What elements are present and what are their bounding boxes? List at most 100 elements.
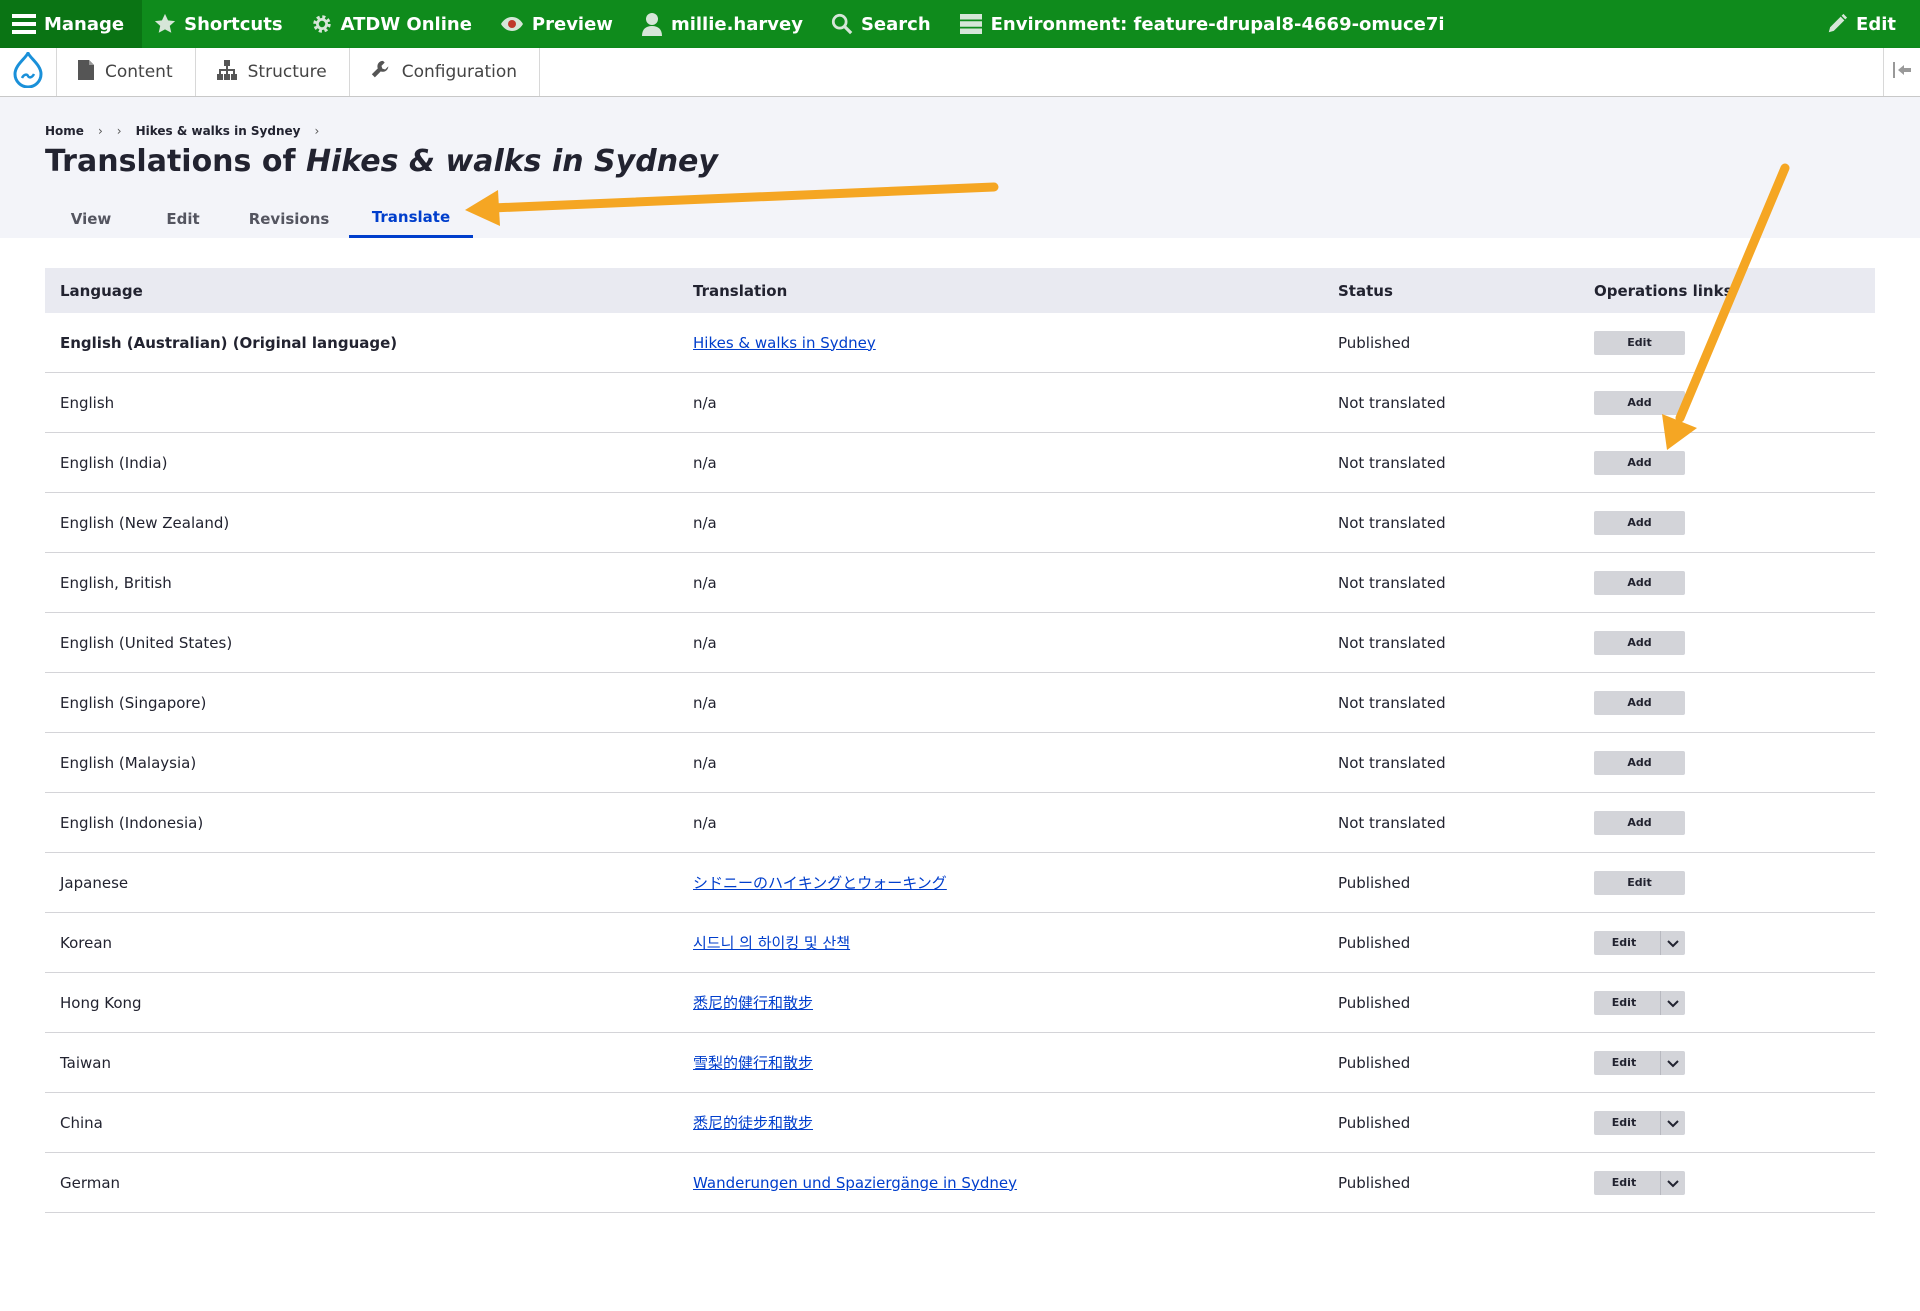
tab-edit[interactable]: Edit bbox=[137, 199, 229, 238]
site-name-label: ATDW Online bbox=[340, 13, 472, 35]
breadcrumb-separator: › bbox=[97, 124, 103, 138]
operations-cell: Add bbox=[1579, 672, 1875, 733]
add-translation-button[interactable]: Add bbox=[1594, 510, 1685, 535]
language-cell: Taiwan bbox=[45, 1032, 678, 1093]
translation-link[interactable]: Wanderungen und Spaziergänge in Sydney bbox=[693, 1174, 1017, 1192]
edit-translation-button[interactable]: Edit bbox=[1594, 1051, 1660, 1075]
translation-cell: Wanderungen und Spaziergänge in Sydney bbox=[678, 1152, 1323, 1213]
translation-cell: n/a bbox=[678, 792, 1323, 853]
preview-button[interactable]: Preview bbox=[488, 0, 629, 48]
status-cell: Not translated bbox=[1323, 492, 1579, 553]
add-translation-button[interactable]: Add bbox=[1594, 630, 1685, 655]
operations-dropbutton: Edit bbox=[1594, 1110, 1685, 1135]
status-cell: Not translated bbox=[1323, 672, 1579, 733]
translation-cell: n/a bbox=[678, 372, 1323, 433]
language-cell: English (Singapore) bbox=[45, 672, 678, 733]
translation-cell: 悉尼的健行和散步 bbox=[678, 972, 1323, 1033]
star-icon bbox=[154, 13, 176, 35]
add-translation-button[interactable]: Add bbox=[1594, 390, 1685, 415]
language-cell: English bbox=[45, 372, 678, 433]
translation-link[interactable]: Hikes & walks in Sydney bbox=[693, 334, 876, 352]
tray-configuration-link[interactable]: Configuration bbox=[350, 48, 541, 96]
language-cell: English (India) bbox=[45, 432, 678, 493]
breadcrumb-node-link[interactable]: Hikes & walks in Sydney bbox=[136, 124, 301, 138]
operations-cell: Add bbox=[1579, 792, 1875, 853]
table-row: English n/a Not translated Add bbox=[45, 372, 1875, 433]
user-account-button[interactable]: millie.harvey bbox=[629, 0, 819, 48]
translation-link[interactable]: 雪梨的健行和散步 bbox=[693, 1054, 813, 1072]
tray-content-link[interactable]: Content bbox=[57, 48, 196, 96]
tab-view[interactable]: View bbox=[45, 199, 137, 238]
operations-cell: Edit bbox=[1579, 972, 1875, 1033]
page-title: Translations of Hikes & walks in Sydney bbox=[45, 144, 718, 179]
tab-translate[interactable]: Translate bbox=[349, 199, 473, 238]
translation-link[interactable]: 悉尼的徒步和散步 bbox=[693, 1114, 813, 1132]
dropbutton-toggle[interactable] bbox=[1660, 1110, 1685, 1135]
search-label: Search bbox=[860, 13, 931, 35]
status-cell: Not translated bbox=[1323, 432, 1579, 493]
language-cell: English (Malaysia) bbox=[45, 732, 678, 793]
status-cell: Published bbox=[1323, 852, 1579, 913]
add-translation-button[interactable]: Add bbox=[1594, 450, 1685, 475]
search-button[interactable]: Search bbox=[819, 0, 947, 48]
operations-dropbutton: Edit bbox=[1594, 990, 1685, 1015]
shortcuts-label: Shortcuts bbox=[184, 13, 283, 35]
table-body: English (Australian) (Original language)… bbox=[45, 313, 1875, 1213]
operations-dropbutton: Edit bbox=[1594, 930, 1685, 955]
manage-menu-button[interactable]: Manage bbox=[0, 0, 143, 48]
language-cell: English (Australian) (Original language) bbox=[45, 313, 678, 373]
add-translation-button[interactable]: Add bbox=[1594, 810, 1685, 835]
user-name: millie.harvey bbox=[670, 13, 803, 35]
chevron-down-icon bbox=[1667, 1114, 1679, 1132]
translation-link[interactable]: シドニーのハイキングとウォーキング bbox=[693, 874, 947, 892]
table-row: Japanese シドニーのハイキングとウォーキング Published Edit bbox=[45, 852, 1875, 913]
tray-structure-link[interactable]: Structure bbox=[196, 48, 350, 96]
language-cell: English (New Zealand) bbox=[45, 492, 678, 553]
translation-link[interactable]: 시드니 의 하이킹 및 산책 bbox=[693, 934, 850, 952]
edit-translation-button[interactable]: Edit bbox=[1594, 1171, 1660, 1195]
site-name-button[interactable]: ATDW Online bbox=[299, 0, 488, 48]
chevron-down-icon bbox=[1667, 1174, 1679, 1192]
translations-table: Language Translation Status Operations l… bbox=[45, 268, 1875, 1213]
shortcuts-button[interactable]: Shortcuts bbox=[142, 0, 298, 48]
environment-indicator[interactable]: Environment: feature-drupal8-4669-omuce7… bbox=[947, 0, 1461, 48]
dropbutton-toggle[interactable] bbox=[1660, 990, 1685, 1015]
drupal-logo[interactable] bbox=[0, 48, 57, 96]
table-row: Hong Kong 悉尼的健行和散步 Published Edit bbox=[45, 972, 1875, 1033]
language-cell: English, British bbox=[45, 552, 678, 613]
translation-link[interactable]: 悉尼的健行和散步 bbox=[693, 994, 813, 1012]
page-header: Home › › Hikes & walks in Sydney › Trans… bbox=[0, 97, 1920, 238]
tray-collapse-button[interactable] bbox=[1883, 48, 1920, 96]
edit-translation-button[interactable]: Edit bbox=[1594, 330, 1685, 355]
dropbutton-toggle[interactable] bbox=[1660, 930, 1685, 955]
tab-revisions[interactable]: Revisions bbox=[229, 199, 349, 238]
collapse-arrow-icon bbox=[1892, 61, 1912, 84]
add-translation-button[interactable]: Add bbox=[1594, 690, 1685, 715]
edit-translation-button[interactable]: Edit bbox=[1594, 991, 1660, 1015]
edit-mode-button[interactable]: Edit bbox=[1814, 0, 1920, 48]
dropbutton-toggle[interactable] bbox=[1660, 1170, 1685, 1195]
tray-configuration-label: Configuration bbox=[401, 62, 518, 82]
breadcrumb-home-link[interactable]: Home bbox=[45, 124, 84, 138]
translation-cell: n/a bbox=[678, 492, 1323, 553]
edit-translation-button[interactable]: Edit bbox=[1594, 931, 1660, 955]
language-cell: Japanese bbox=[45, 852, 678, 913]
operations-dropbutton: Edit bbox=[1594, 1170, 1685, 1195]
edit-translation-button[interactable]: Edit bbox=[1594, 870, 1685, 895]
edit-translation-button[interactable]: Edit bbox=[1594, 1111, 1660, 1135]
operations-cell: Edit bbox=[1579, 313, 1875, 373]
column-header-operations: Operations links bbox=[1579, 268, 1875, 313]
translation-cell: シドニーのハイキングとウォーキング bbox=[678, 852, 1323, 913]
preview-label: Preview bbox=[531, 13, 613, 35]
dropbutton-toggle[interactable] bbox=[1660, 1050, 1685, 1075]
operations-cell: Edit bbox=[1579, 1032, 1875, 1093]
environment-label: Environment: feature-drupal8-4669-omuce7… bbox=[990, 13, 1445, 35]
translation-cell: 雪梨的健行和散步 bbox=[678, 1032, 1323, 1093]
chevron-down-icon bbox=[1667, 934, 1679, 952]
language-cell: Korean bbox=[45, 912, 678, 973]
add-translation-button[interactable]: Add bbox=[1594, 750, 1685, 775]
status-cell: Not translated bbox=[1323, 612, 1579, 673]
table-row: English (New Zealand) n/a Not translated Ad… bbox=[45, 492, 1875, 553]
add-translation-button[interactable]: Add bbox=[1594, 570, 1685, 595]
operations-dropbutton: Edit bbox=[1594, 1050, 1685, 1075]
